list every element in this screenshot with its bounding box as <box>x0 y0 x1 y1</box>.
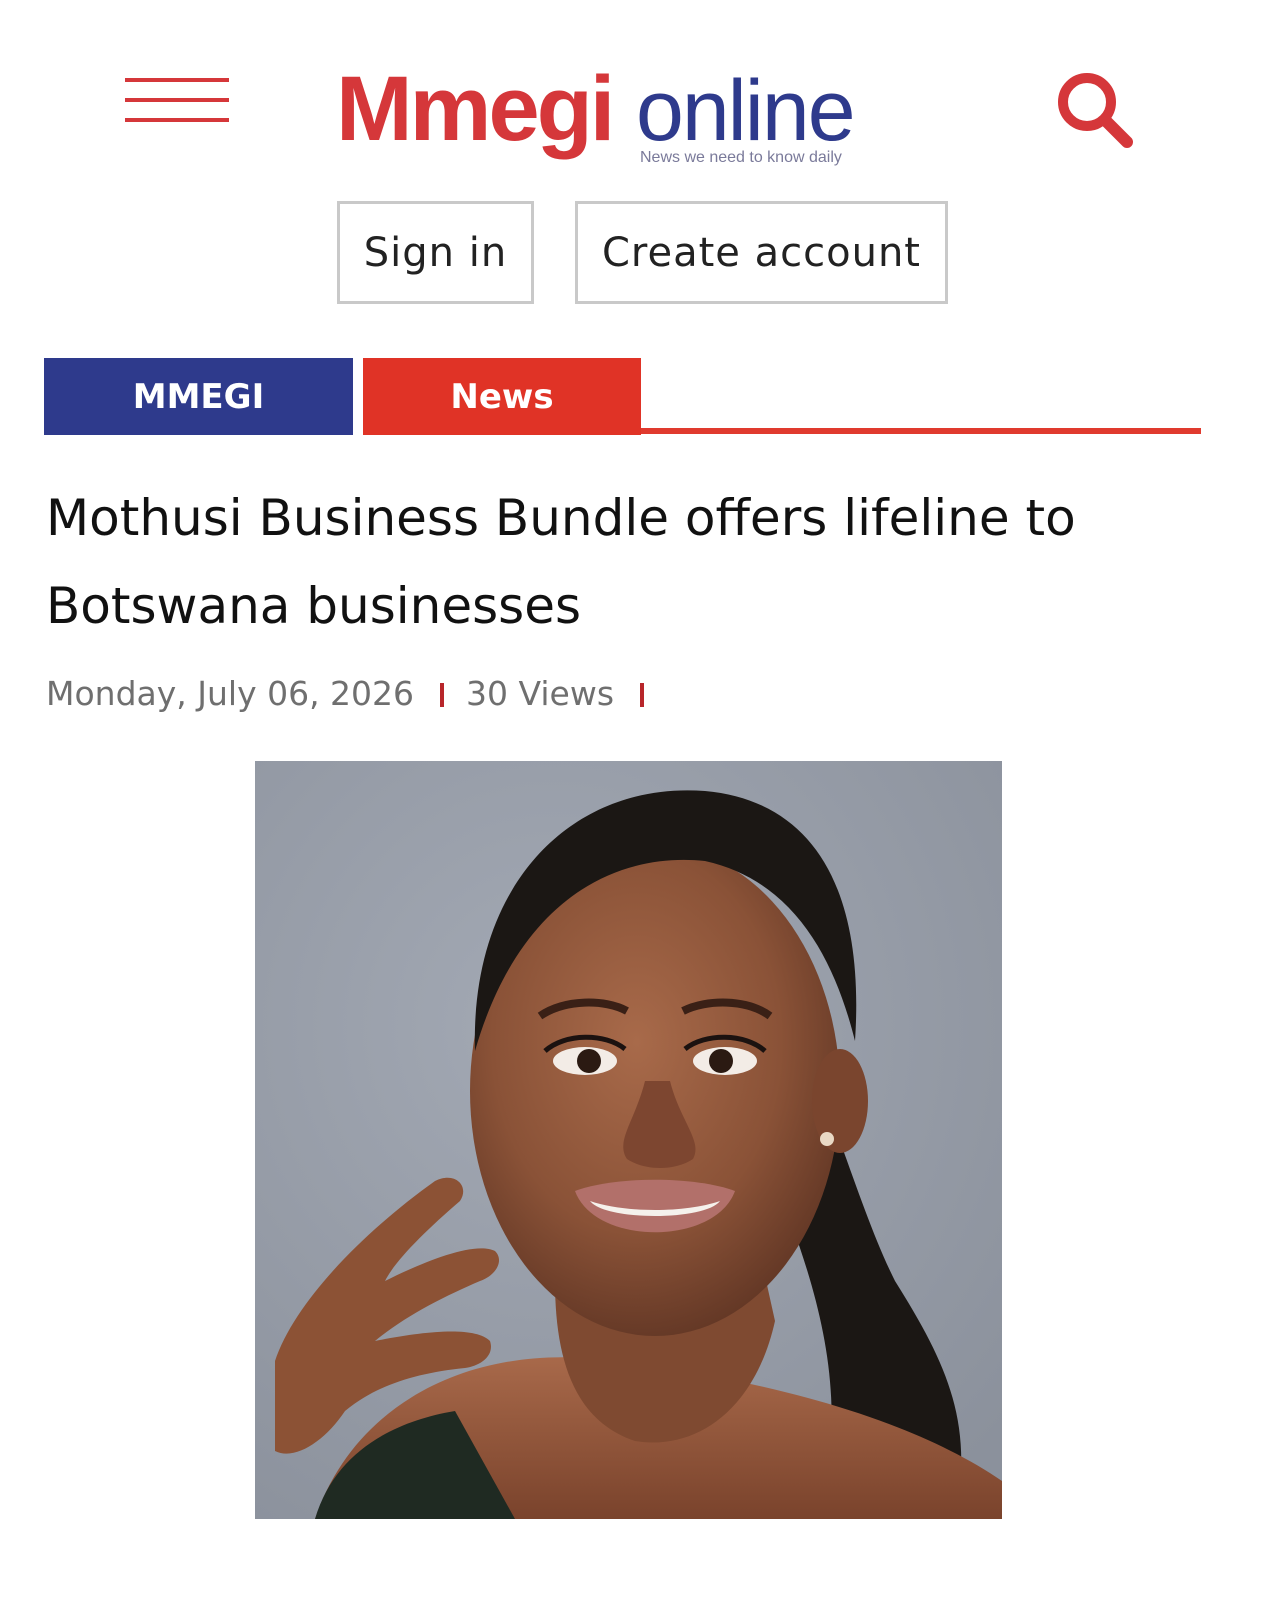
menu-bar <box>125 78 229 82</box>
create-account-button[interactable]: Create account <box>575 201 948 304</box>
meta-separator <box>440 683 445 707</box>
portrait-illustration <box>255 761 1002 1519</box>
article-views: 30 Views <box>466 673 615 713</box>
hamburger-menu-icon[interactable] <box>125 78 229 124</box>
sign-in-button[interactable]: Sign in <box>337 201 534 304</box>
category-tab-mmegi[interactable]: MMEGI <box>44 358 353 435</box>
article-meta: Monday, July 06, 2026 30 Views <box>46 668 666 718</box>
logo-brand-secondary: online <box>636 63 854 159</box>
category-underline <box>640 428 1201 434</box>
logo-tagline: News we need to know daily <box>640 149 842 166</box>
menu-bar <box>125 98 229 102</box>
logo-brand-primary: Mmegi <box>336 60 612 160</box>
article-image <box>255 761 1002 1519</box>
category-tab-news[interactable]: News <box>363 358 641 435</box>
logo-graphic: Mmegi online News we need to know daily <box>336 60 856 166</box>
article-date: Monday, July 06, 2026 <box>46 673 415 713</box>
site-logo[interactable]: Mmegi online News we need to know daily <box>336 60 906 170</box>
menu-bar <box>125 118 229 122</box>
article-title: Mothusi Business Bundle offers lifeline … <box>46 489 1076 635</box>
search-icon[interactable] <box>1053 68 1135 150</box>
meta-separator <box>640 683 645 707</box>
